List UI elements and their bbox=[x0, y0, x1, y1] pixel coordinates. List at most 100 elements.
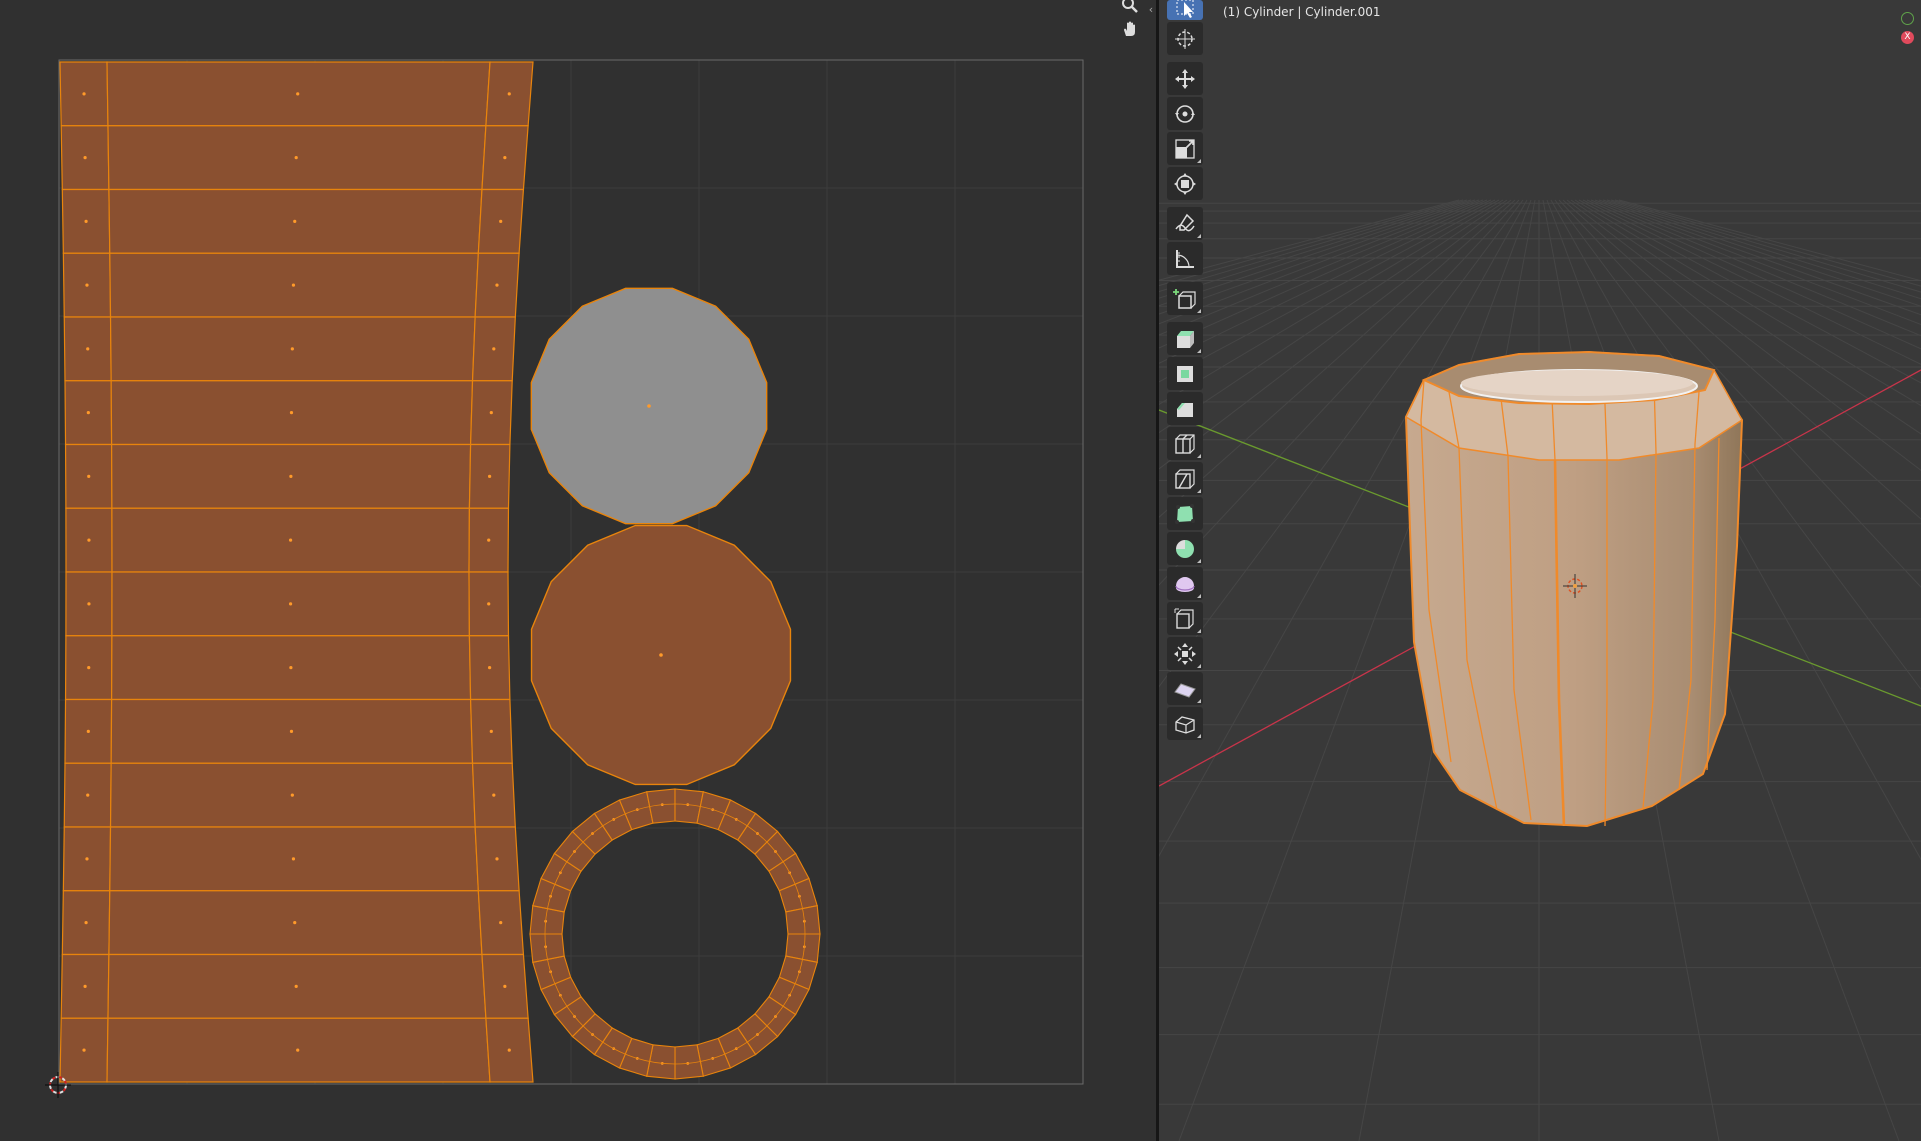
uv-face-dot bbox=[290, 793, 294, 797]
loop-cut-icon bbox=[1175, 433, 1195, 454]
knife-tool[interactable] bbox=[1167, 462, 1203, 495]
uv-face-dot bbox=[85, 857, 89, 861]
uv-face-dot bbox=[86, 411, 90, 415]
gizmo-x-axis[interactable]: X bbox=[1901, 31, 1914, 44]
measure-tool[interactable] bbox=[1167, 242, 1203, 275]
uv-face-dot bbox=[289, 474, 293, 478]
knife-icon bbox=[1175, 468, 1195, 489]
toolbar bbox=[1165, 0, 1205, 741]
uv-face-dot bbox=[86, 793, 90, 797]
uv-face-dot bbox=[289, 411, 294, 415]
uv-face-dot bbox=[289, 729, 294, 733]
add-cube-icon bbox=[1173, 288, 1196, 309]
uv-face-dot bbox=[85, 283, 89, 287]
bevel-tool[interactable] bbox=[1167, 392, 1203, 425]
uv-face-dot bbox=[487, 666, 492, 670]
edge-slide-tool[interactable] bbox=[1167, 602, 1203, 635]
smooth-icon bbox=[1175, 576, 1195, 592]
add-cube-tool[interactable] bbox=[1167, 282, 1203, 315]
cursor-arrow-icon bbox=[1176, 0, 1194, 18]
uv-face-dot bbox=[487, 602, 491, 606]
uv-face-dot bbox=[84, 219, 88, 223]
uv-top-cap-dot bbox=[647, 404, 651, 408]
poly-build-icon bbox=[1175, 503, 1195, 524]
select-box-tool[interactable] bbox=[1167, 0, 1203, 20]
uv-face-dot bbox=[83, 984, 87, 988]
hand-pan-icon[interactable] bbox=[1121, 20, 1143, 42]
rip-region-tool[interactable] bbox=[1167, 707, 1203, 740]
move-arrows-icon bbox=[1175, 68, 1195, 89]
transform-icon bbox=[1174, 172, 1196, 195]
transform-tool[interactable] bbox=[1167, 167, 1203, 200]
uv-face-dot bbox=[288, 602, 293, 606]
uv-face-dot bbox=[82, 1048, 86, 1052]
uv-face-dot bbox=[82, 92, 86, 96]
shear-tool[interactable] bbox=[1167, 672, 1203, 705]
uv-face-dot bbox=[294, 984, 298, 988]
uv-face-dot bbox=[87, 666, 91, 670]
shrink-fatten-icon bbox=[1174, 642, 1196, 665]
spin-icon bbox=[1176, 539, 1194, 558]
uv-face-dot bbox=[294, 156, 298, 160]
uv-face-dot bbox=[291, 283, 296, 287]
uv-canvas[interactable] bbox=[0, 0, 1156, 1141]
uv-face-dot bbox=[489, 411, 493, 415]
move-tool[interactable] bbox=[1167, 62, 1203, 95]
uv-island-caps[interactable] bbox=[529, 287, 821, 1080]
uv-face-dot bbox=[296, 92, 300, 96]
shrink-fatten-tool[interactable] bbox=[1167, 637, 1203, 670]
uv-face-dot bbox=[86, 729, 90, 733]
uv-face-dot bbox=[289, 666, 293, 670]
rotate-tool[interactable] bbox=[1167, 97, 1203, 130]
uv-face-dot bbox=[87, 538, 91, 542]
uv-face-dot bbox=[296, 1048, 300, 1052]
gizmo-y-axis[interactable] bbox=[1901, 12, 1914, 25]
viewport-object-label: (1) Cylinder | Cylinder.001 bbox=[1223, 5, 1381, 19]
shear-icon bbox=[1174, 682, 1196, 698]
cylinder-mesh[interactable] bbox=[1404, 350, 1744, 828]
uv-face-dot bbox=[291, 857, 296, 861]
extrude-icon bbox=[1177, 330, 1194, 348]
uv-face-dot bbox=[87, 474, 91, 478]
uv-face-dot bbox=[487, 538, 491, 542]
uv-editor[interactable]: ‹ bbox=[0, 0, 1156, 1141]
uv-face-dot bbox=[503, 984, 507, 988]
edge-slide-icon bbox=[1174, 608, 1194, 629]
ruler-icon bbox=[1176, 249, 1194, 268]
uv-face-dot bbox=[495, 283, 499, 287]
uv-face-dot bbox=[290, 347, 294, 351]
uv-bottom-cap-dot bbox=[659, 653, 663, 657]
scale-tool[interactable] bbox=[1167, 132, 1203, 165]
cursor-tool[interactable] bbox=[1167, 22, 1203, 55]
pencil-icon bbox=[1175, 213, 1195, 231]
uv-face-dot bbox=[83, 156, 87, 160]
uv-face-dot bbox=[86, 347, 90, 351]
inset-icon bbox=[1177, 365, 1193, 382]
smooth-tool[interactable] bbox=[1167, 567, 1203, 600]
scale-icon bbox=[1175, 138, 1195, 159]
uv-face-dot bbox=[499, 921, 503, 925]
uv-island-side-strip[interactable] bbox=[59, 61, 534, 1083]
3d-viewport[interactable] bbox=[1159, 0, 1921, 1141]
3d-cursor-icon bbox=[1175, 28, 1195, 49]
spin-tool[interactable] bbox=[1167, 532, 1203, 565]
uv-face-dot bbox=[507, 92, 511, 96]
extrude-region-tool[interactable] bbox=[1167, 322, 1203, 355]
bevel-icon bbox=[1177, 402, 1193, 417]
poly-build-tool[interactable] bbox=[1167, 497, 1203, 530]
rip-icon bbox=[1175, 715, 1195, 734]
uv-face-dot bbox=[499, 219, 503, 223]
inset-faces-tool[interactable] bbox=[1167, 357, 1203, 390]
uv-face-dot bbox=[492, 793, 496, 797]
uv-face-dot bbox=[503, 156, 507, 160]
rotate-icon bbox=[1175, 104, 1195, 123]
uv-face-dot bbox=[293, 219, 297, 223]
uv-face-dot bbox=[507, 1048, 511, 1052]
annotate-tool[interactable] bbox=[1167, 207, 1203, 240]
uv-face-dot bbox=[293, 921, 297, 925]
viewport-scene[interactable] bbox=[1159, 0, 1921, 1141]
uv-face-dot bbox=[487, 474, 492, 478]
loop-cut-tool[interactable] bbox=[1167, 427, 1203, 460]
uv-face-dot bbox=[87, 602, 91, 606]
uv-face-dot bbox=[495, 857, 499, 861]
